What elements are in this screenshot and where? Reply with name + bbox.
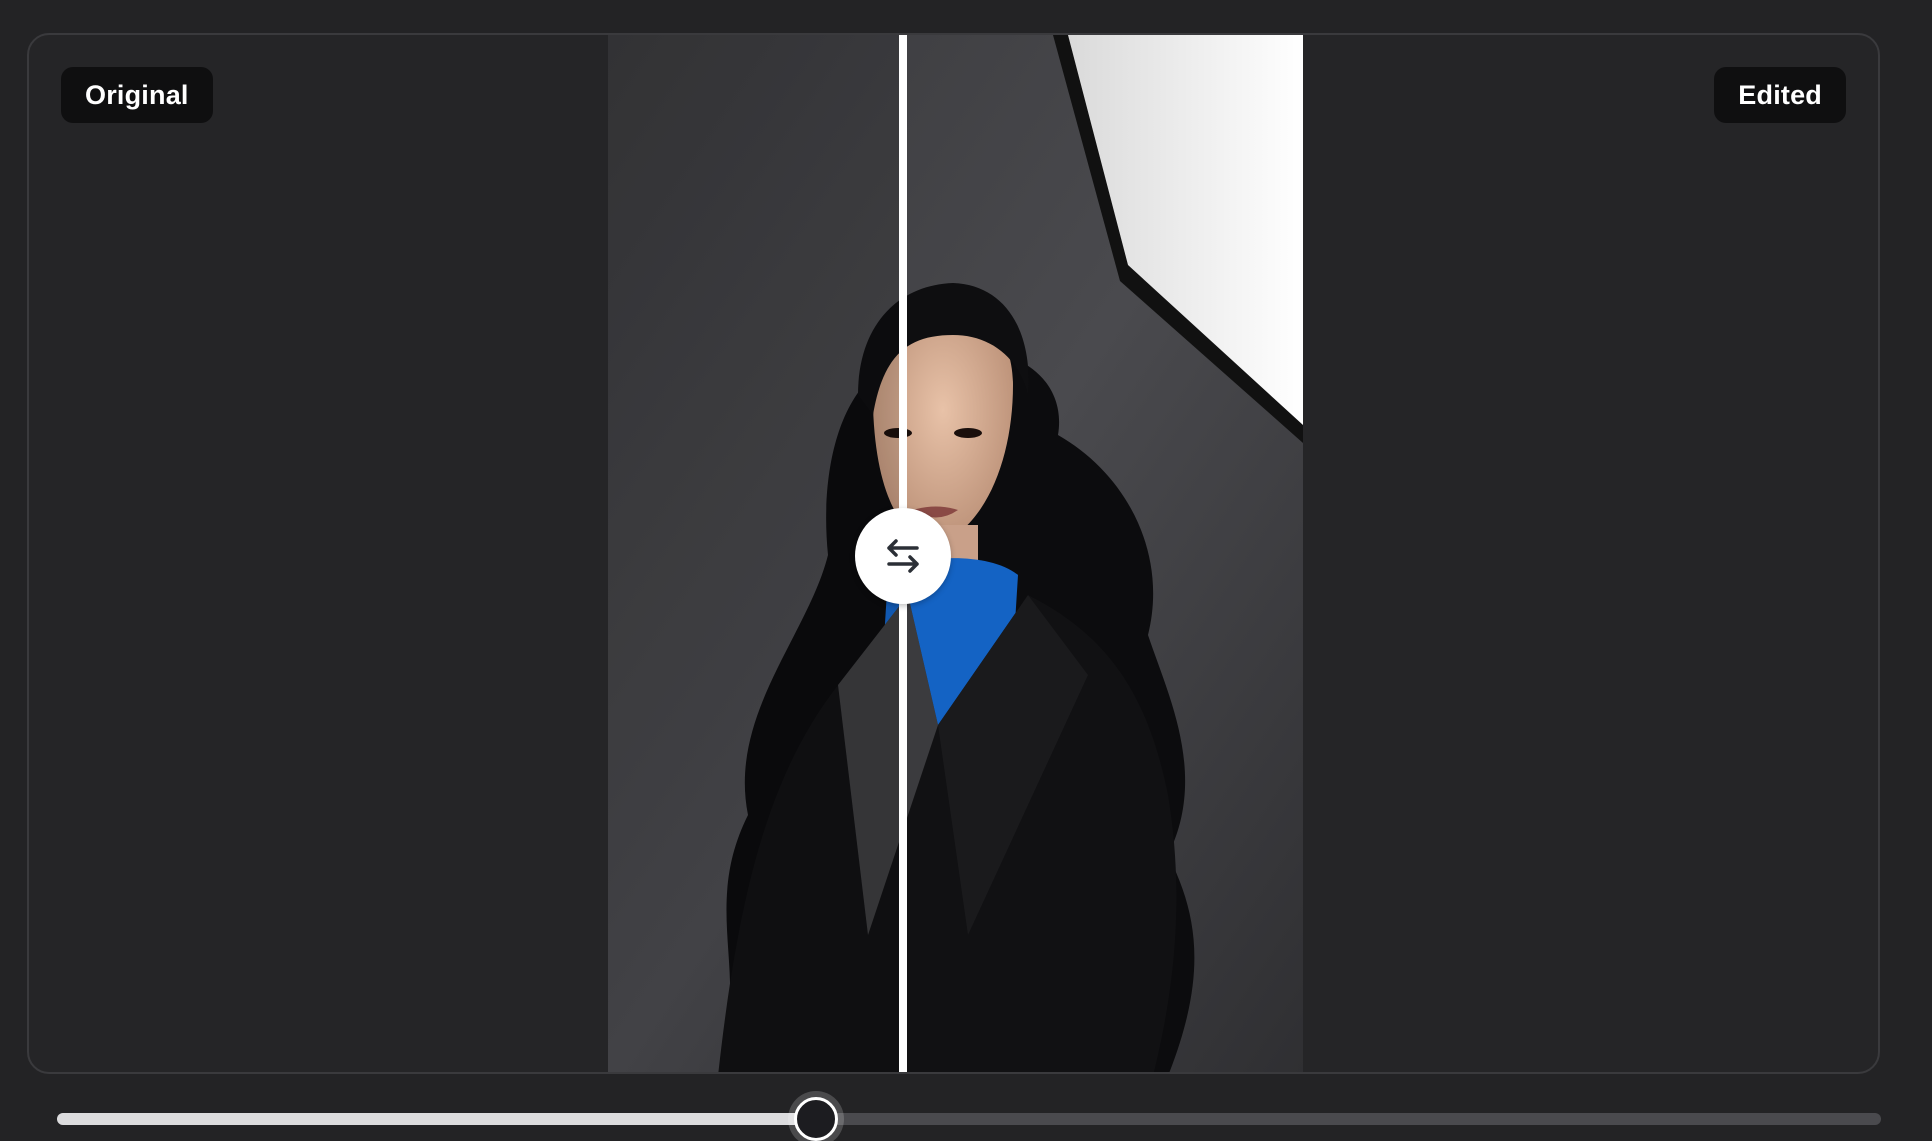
comparison-slider[interactable] bbox=[57, 1097, 1881, 1141]
original-label: Original bbox=[61, 67, 213, 123]
image-comparison-viewer[interactable]: Original Edited bbox=[27, 33, 1880, 1074]
slider-thumb[interactable] bbox=[793, 1097, 838, 1141]
portrait-photo bbox=[608, 35, 1303, 1072]
edited-label: Edited bbox=[1714, 67, 1846, 123]
slider-fill bbox=[57, 1113, 816, 1125]
swap-horizontal-icon bbox=[886, 539, 919, 573]
comparison-handle[interactable] bbox=[854, 508, 951, 604]
